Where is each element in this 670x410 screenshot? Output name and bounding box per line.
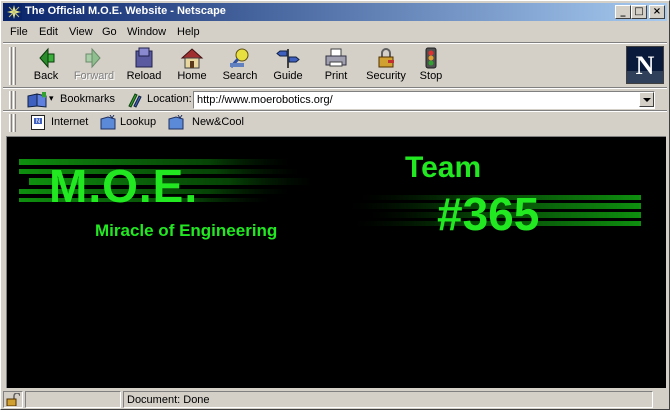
bookmarks-button[interactable]: Bookmarks	[60, 93, 115, 105]
menu-window[interactable]: Window	[127, 26, 166, 38]
personal-toolbar: N Internet Lookup New&Cool	[3, 112, 667, 134]
page-proxy-icon[interactable]	[127, 92, 143, 108]
netscape-throbber[interactable]: N	[626, 46, 664, 84]
status-bar: Document: Done	[3, 389, 667, 409]
bookmark-lookup[interactable]: Lookup	[120, 116, 156, 128]
reload-icon	[135, 47, 153, 68]
bookmarks-icon[interactable]	[27, 92, 49, 108]
svg-text:N: N	[36, 119, 40, 125]
locbar-grip-2	[13, 91, 16, 109]
print-label: Print	[324, 70, 348, 82]
print-button[interactable]: Print	[313, 45, 359, 87]
site-title: M.O.E.	[49, 160, 199, 212]
guide-label: Guide	[273, 70, 303, 82]
security-label: Security	[366, 70, 406, 82]
back-button[interactable]: Back	[23, 45, 69, 87]
menu-file[interactable]: File	[10, 26, 28, 38]
menu-help[interactable]: Help	[177, 26, 200, 38]
browser-window: The Official M.O.E. Website - Netscape _…	[0, 0, 670, 410]
stop-icon	[425, 47, 437, 69]
home-icon	[180, 48, 204, 69]
site-subtitle: Miracle of Engineering	[95, 221, 278, 240]
stop-button[interactable]: Stop	[408, 45, 454, 87]
folder-icon-2	[168, 115, 184, 130]
bookmark-internet[interactable]: Internet	[51, 116, 88, 128]
forward-arrow-icon	[85, 47, 101, 69]
menu-go[interactable]: Go	[102, 26, 117, 38]
resize-grip[interactable]	[655, 391, 667, 408]
guide-icon	[276, 49, 300, 68]
netscape-logo-icon: N	[627, 47, 663, 83]
forward-button[interactable]: Forward	[71, 45, 117, 87]
team-number: #365	[437, 188, 540, 240]
security-button[interactable]: Security	[360, 45, 412, 87]
back-arrow-icon	[39, 47, 55, 69]
menu-bar: File Edit View Go Window Help	[3, 23, 667, 42]
url-history-dropdown[interactable]	[639, 92, 654, 107]
toolbar-grip[interactable]	[9, 47, 12, 85]
reload-label: Reload	[126, 70, 162, 82]
menu-view[interactable]: View	[69, 26, 93, 38]
menu-edit[interactable]: Edit	[39, 26, 58, 38]
url-input[interactable]: http://www.moerobotics.org/	[193, 91, 655, 109]
window-title: The Official M.O.E. Website - Netscape	[25, 5, 226, 17]
page-content: M.O.E. Miracle of Engineering Team #365	[6, 136, 666, 388]
search-icon	[229, 48, 249, 68]
security-status-cell[interactable]	[3, 391, 23, 408]
search-button[interactable]: Search	[217, 45, 263, 87]
minimize-button[interactable]: _	[615, 5, 631, 19]
home-label: Home	[177, 70, 207, 82]
netscape-app-icon	[6, 4, 22, 20]
unlocked-padlock-icon	[6, 392, 21, 407]
reload-button[interactable]: Reload	[121, 45, 167, 87]
forward-label: Forward	[73, 70, 115, 82]
persbar-grip-2	[13, 114, 16, 132]
locbar-grip[interactable]	[9, 91, 12, 109]
persbar-grip[interactable]	[9, 114, 12, 132]
location-label: Location:	[147, 93, 192, 105]
close-button[interactable]: ×	[649, 5, 665, 19]
team-label: Team	[405, 151, 482, 184]
lock-icon	[378, 48, 394, 68]
printer-icon	[325, 48, 347, 67]
svg-text:N: N	[636, 51, 655, 80]
guide-button[interactable]: Guide	[265, 45, 311, 87]
navigation-toolbar: Back Forward Reload Home Search Guide Pr…	[3, 44, 667, 88]
progress-cell	[25, 391, 121, 408]
folder-icon	[100, 115, 116, 130]
toolbar-grip-2	[13, 47, 16, 85]
title-bar[interactable]: The Official M.O.E. Website - Netscape _…	[3, 3, 667, 21]
stop-label: Stop	[419, 70, 443, 82]
internet-icon: N	[31, 115, 45, 130]
bookmarks-dropdown-arrow[interactable]: ▾	[49, 93, 54, 104]
search-label: Search	[222, 70, 258, 82]
maximize-button[interactable]: □	[631, 5, 647, 19]
home-button[interactable]: Home	[169, 45, 215, 87]
status-text: Document: Done	[123, 391, 653, 408]
location-bar: ▾ Bookmarks Location: http://www.moerobo…	[3, 89, 667, 111]
bookmark-new-and-cool[interactable]: New&Cool	[192, 116, 244, 128]
back-label: Back	[33, 70, 59, 82]
